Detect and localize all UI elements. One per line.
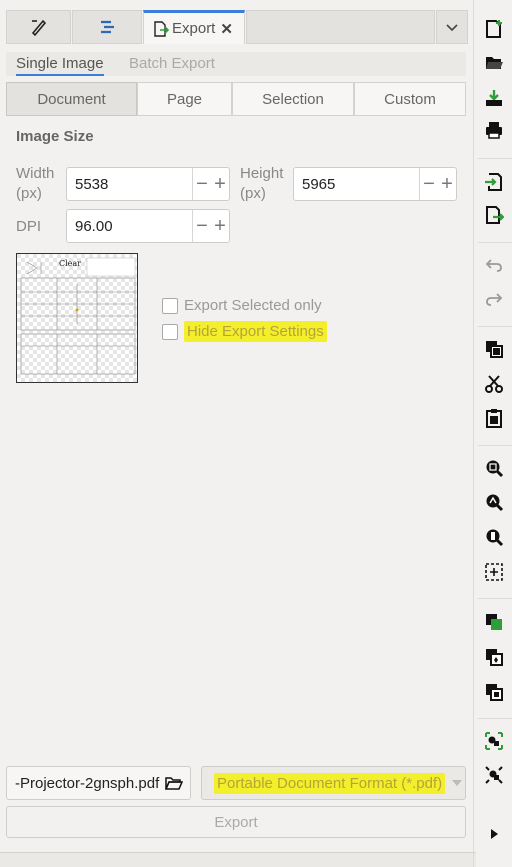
toolbar-separator (478, 718, 512, 719)
new-document-icon[interactable] (484, 19, 504, 39)
height-input[interactable]: 5965 − + (293, 167, 457, 201)
close-icon[interactable]: ✕ (220, 20, 233, 38)
tab-batch-export[interactable]: Batch Export (129, 52, 215, 76)
folder-open-icon[interactable] (165, 775, 184, 791)
export-mode-tabs: Single Image Batch Export (6, 52, 466, 76)
status-strip (0, 852, 476, 867)
width-input[interactable]: 5538 − + (66, 167, 230, 201)
dialog-tab-bar: Export ✕ (0, 10, 470, 46)
export-button[interactable]: Export (6, 806, 466, 838)
minus-icon[interactable]: − (196, 215, 208, 238)
pen-icon (31, 19, 46, 37)
export-selected-only-option[interactable]: Export Selected only (162, 297, 322, 314)
hide-export-settings-option[interactable]: Hide Export Settings (162, 321, 327, 342)
hide-export-settings-checkbox[interactable] (162, 323, 178, 340)
cut-icon[interactable] (484, 374, 504, 394)
hide-export-settings-label: Hide Export Settings (184, 321, 327, 342)
width-label: Width (px) (16, 165, 55, 202)
toolbar-separator (478, 445, 512, 446)
tab-export[interactable]: Export ✕ (143, 10, 245, 44)
tab-bar-empty (246, 10, 435, 44)
area-document-button[interactable]: Document (6, 82, 137, 116)
area-custom-button[interactable]: Custom (354, 82, 466, 116)
toolbar-divider (473, 0, 474, 867)
preview-title: Clear (59, 259, 81, 268)
minus-icon[interactable]: − (196, 173, 208, 196)
plus-icon[interactable]: + (441, 173, 453, 196)
unlink-clone-icon[interactable] (484, 682, 504, 702)
export-selected-only-label: Export Selected only (184, 297, 322, 314)
dpi-stepper[interactable]: − + (192, 210, 229, 242)
plus-icon[interactable]: + (214, 173, 226, 196)
more-tools-icon[interactable] (484, 824, 504, 844)
undo-icon[interactable] (484, 255, 504, 275)
file-format-value: Portable Document Format (*.pdf) (214, 772, 446, 794)
tab-fill-stroke[interactable] (6, 10, 71, 44)
clone-icon[interactable] (484, 647, 504, 667)
import-icon[interactable] (484, 172, 504, 192)
zoom-selection-icon[interactable] (484, 458, 504, 478)
duplicate-icon[interactable] (484, 612, 504, 632)
toolbar-separator (478, 242, 512, 243)
filename-value: -Projector-2gnsph.pdf (15, 774, 160, 792)
width-value: 5538 (75, 175, 109, 193)
redo-icon[interactable] (484, 289, 504, 309)
print-icon[interactable] (484, 120, 504, 140)
ungroup-icon[interactable] (484, 765, 504, 785)
export-icon[interactable] (484, 205, 504, 225)
tab-dropdown-button[interactable] (436, 10, 468, 44)
align-icon (101, 20, 114, 34)
plus-icon[interactable]: + (214, 215, 226, 238)
preview-thumbnail: Clear (17, 254, 137, 382)
save-icon[interactable] (484, 88, 504, 108)
height-label: Height (px) (240, 165, 284, 202)
paste-icon[interactable] (484, 408, 504, 428)
dpi-value: 96.00 (75, 217, 113, 235)
export-preview: Clear (16, 253, 138, 383)
toolbar-separator (478, 158, 512, 159)
height-value: 5965 (302, 175, 336, 193)
area-page-button[interactable]: Page (137, 82, 232, 116)
filename-field[interactable]: -Projector-2gnsph.pdf (6, 766, 191, 800)
image-size-title: Image Size (16, 128, 94, 145)
toolbar-separator (478, 326, 512, 327)
toolbar-separator (478, 598, 512, 599)
zoom-fit-icon[interactable] (484, 562, 504, 582)
export-selected-only-checkbox[interactable] (162, 297, 178, 314)
file-format-select[interactable]: Portable Document Format (*.pdf) (201, 766, 466, 800)
tab-single-image[interactable]: Single Image (16, 52, 104, 76)
dpi-input[interactable]: 96.00 − + (66, 209, 230, 243)
area-selection-button[interactable]: Selection (232, 82, 354, 116)
open-folder-icon[interactable] (484, 53, 504, 73)
group-icon[interactable] (484, 731, 504, 751)
minus-icon[interactable]: − (423, 173, 435, 196)
tab-align-distribute[interactable] (72, 10, 142, 44)
height-stepper[interactable]: − + (419, 168, 456, 200)
chevron-down-icon (446, 24, 458, 32)
export-doc-icon (154, 20, 170, 37)
copy-icon[interactable] (484, 339, 504, 359)
dpi-label: DPI (16, 218, 42, 235)
caret-down-icon (452, 780, 463, 786)
width-stepper[interactable]: − + (192, 168, 229, 200)
zoom-drawing-icon[interactable] (484, 492, 504, 512)
tab-export-label: Export (172, 20, 216, 37)
zoom-page-icon[interactable] (484, 527, 504, 547)
